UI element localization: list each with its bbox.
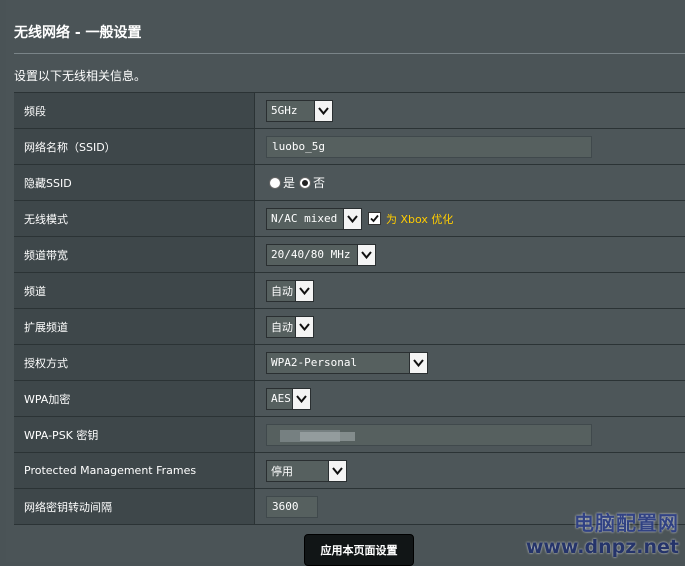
psk-label: WPA-PSK 密钥 xyxy=(14,417,255,452)
wpa-enc-select[interactable]: AES xyxy=(266,387,311,410)
pmf-value: 停用 xyxy=(271,464,293,478)
ssid-label: 网络名称（SSID） xyxy=(14,129,255,164)
channel-label: 频道 xyxy=(14,273,255,308)
ext-channel-value: 自动 xyxy=(271,320,293,334)
psk-redaction-highlight xyxy=(300,431,355,441)
xbox-optimize-label: 为 Xbox 优化 xyxy=(386,212,454,226)
watermark-line2: www.dnpz.net xyxy=(525,536,679,558)
hide-ssid-yes-label: 是 xyxy=(283,176,296,190)
chevron-down-icon xyxy=(292,388,310,409)
hide-ssid-yes-radio[interactable] xyxy=(269,176,281,189)
wpa-enc-label: WPA加密 xyxy=(14,381,255,416)
band-select-value: 5GHz xyxy=(271,104,298,117)
chevron-down-icon xyxy=(295,280,313,301)
key-interval-label: 网络密钥转动间隔 xyxy=(14,489,255,524)
hide-ssid-label: 隐藏SSID xyxy=(14,165,255,200)
page-title: 无线网络 - 一般设置 xyxy=(14,25,142,41)
band-label: 频段 xyxy=(14,93,255,128)
chevron-down-icon xyxy=(295,316,313,337)
wireless-mode-select[interactable]: N/AC mixed xyxy=(266,207,362,230)
row-ssid: 网络名称（SSID） luobo_5g xyxy=(14,129,685,165)
xbox-optimize-checkbox[interactable] xyxy=(368,212,381,225)
hide-ssid-no-label: 否 xyxy=(313,176,326,190)
hide-ssid-no-radio[interactable] xyxy=(299,176,312,189)
row-hide-ssid: 隐藏SSID 是 否 xyxy=(14,165,685,201)
row-channel: 频道 自动 xyxy=(14,273,685,309)
auth-value: WPA2-Personal xyxy=(271,356,358,369)
pmf-select[interactable]: 停用 xyxy=(266,459,347,482)
row-psk: WPA-PSK 密钥 xyxy=(14,417,685,453)
wpa-enc-value: AES xyxy=(271,392,291,405)
title-divider xyxy=(14,53,685,54)
chevron-down-icon xyxy=(328,460,346,481)
row-wireless-mode: 无线模式 N/AC mixed 为 Xbox 优化 xyxy=(14,201,685,237)
apply-button[interactable]: 应用本页面设置 xyxy=(304,534,414,566)
channel-value: 自动 xyxy=(271,284,293,298)
row-ext-channel: 扩展频道 自动 xyxy=(14,309,685,345)
bandwidth-select[interactable]: 20/40/80 MHz xyxy=(266,243,376,266)
bandwidth-label: 频道带宽 xyxy=(14,237,255,272)
auth-select[interactable]: WPA2-Personal xyxy=(266,351,428,374)
row-wpa-enc: WPA加密 AES xyxy=(14,381,685,417)
page-description: 设置以下无线相关信息。 xyxy=(14,69,147,83)
chevron-down-icon xyxy=(314,100,332,121)
channel-select[interactable]: 自动 xyxy=(266,279,314,302)
chevron-down-icon xyxy=(357,244,375,265)
chevron-down-icon xyxy=(409,352,427,373)
psk-input[interactable] xyxy=(266,423,592,446)
ext-channel-select[interactable]: 自动 xyxy=(266,315,314,338)
ext-channel-label: 扩展频道 xyxy=(14,309,255,344)
bandwidth-value: 20/40/80 MHz xyxy=(271,248,351,261)
watermark: 电脑配置网 www.dnpz.net xyxy=(526,507,679,558)
settings-form: 频段 5GHz 网络名称（SSID） luobo_5g 隐藏SSID 是 否 无… xyxy=(14,92,685,525)
wireless-mode-label: 无线模式 xyxy=(14,201,255,236)
chevron-down-icon xyxy=(343,208,361,229)
watermark-line1: 电脑配置网 xyxy=(574,511,679,535)
row-band: 频段 5GHz xyxy=(14,93,685,129)
auth-label: 授权方式 xyxy=(14,345,255,380)
row-auth: 授权方式 WPA2-Personal xyxy=(14,345,685,381)
band-select[interactable]: 5GHz xyxy=(266,99,333,122)
row-pmf: Protected Management Frames 停用 xyxy=(14,453,685,489)
key-interval-input[interactable]: 3600 xyxy=(266,495,318,518)
wireless-mode-value: N/AC mixed xyxy=(271,212,338,225)
row-bandwidth: 频道带宽 20/40/80 MHz xyxy=(14,237,685,273)
pmf-label: Protected Management Frames xyxy=(14,453,255,488)
ssid-input[interactable]: luobo_5g xyxy=(266,135,592,158)
